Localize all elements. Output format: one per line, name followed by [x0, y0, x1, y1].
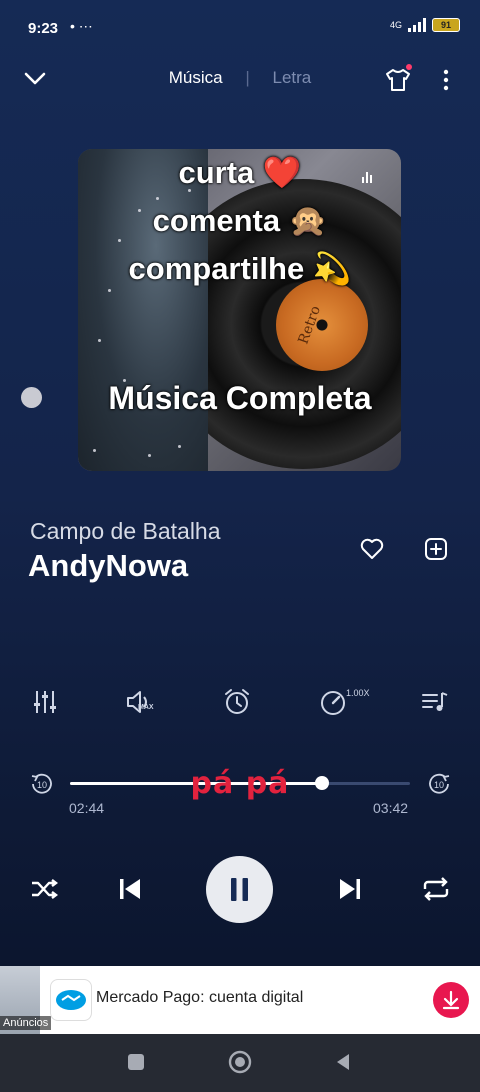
- shuffle-icon[interactable]: [25, 870, 63, 908]
- lyric-overlay: pá pá: [190, 766, 290, 801]
- notification-icons: • ⋯: [70, 18, 93, 34]
- heart-emoji: ❤️: [262, 155, 302, 190]
- ad-text[interactable]: Mercado Pago: cuenta digital: [96, 989, 303, 1007]
- pause-icon: [231, 878, 248, 901]
- sparkle-panel: [78, 149, 208, 471]
- download-button[interactable]: [433, 982, 469, 1018]
- overlay-line-4: Música Completa: [108, 380, 372, 416]
- recents-icon[interactable]: [126, 1052, 146, 1072]
- forward-10-icon[interactable]: 10: [426, 771, 452, 797]
- tab-lyrics[interactable]: Letra: [273, 68, 312, 88]
- status-time: 9:23: [28, 20, 59, 37]
- status-right: 4G 91: [390, 18, 460, 32]
- handshake-icon: [56, 990, 86, 1010]
- next-icon[interactable]: [331, 870, 369, 908]
- alarm-icon[interactable]: [222, 687, 252, 717]
- dizzy-emoji: 💫: [312, 251, 352, 286]
- more-options-icon[interactable]: [436, 66, 456, 94]
- notification-dot: [406, 64, 412, 70]
- tab-separator: |: [245, 68, 250, 87]
- current-time: 02:44: [69, 800, 105, 816]
- equalizer-icon[interactable]: [30, 687, 60, 717]
- previous-icon[interactable]: [111, 870, 149, 908]
- overlay-line-2: comenta 🙊: [152, 203, 328, 238]
- download-icon: [442, 990, 460, 1010]
- overlay-line-1: curta ❤️: [178, 155, 302, 190]
- back-icon[interactable]: [333, 1052, 353, 1072]
- tab-music[interactable]: Música: [169, 68, 223, 88]
- home-icon[interactable]: [228, 1050, 252, 1074]
- volume-icon[interactable]: [124, 687, 154, 717]
- ad-banner[interactable]: Anúncios Mercado Pago: cuenta digital: [0, 966, 480, 1034]
- playlist-icon[interactable]: [420, 687, 450, 717]
- speed-label: 1.00X: [346, 688, 370, 698]
- overlay-line-3: compartilhe 💫: [128, 251, 352, 286]
- add-to-playlist-icon[interactable]: [423, 536, 449, 562]
- status-bar: 9:23 • ⋯ 4G 91: [0, 0, 480, 56]
- battery-icon: 91: [432, 18, 460, 32]
- forward-label: 10: [434, 780, 444, 790]
- song-artist[interactable]: AndyNowa: [28, 548, 188, 584]
- ad-badge: Anúncios: [0, 1016, 52, 1030]
- network-type: 4G: [389, 20, 402, 30]
- record-label: [276, 279, 368, 371]
- monkey-emoji: 🙊: [288, 203, 328, 238]
- signal-icon: [408, 18, 426, 32]
- progress-knob[interactable]: [315, 776, 329, 790]
- volume-max-label: MAX: [138, 704, 154, 711]
- speed-icon[interactable]: [318, 687, 348, 717]
- side-dot: [21, 387, 42, 408]
- repeat-icon[interactable]: [417, 870, 455, 908]
- theme-shirt-icon[interactable]: [384, 66, 412, 94]
- album-art[interactable]: Retro: [78, 149, 401, 471]
- mercado-pago-logo: [50, 979, 92, 1021]
- heart-icon[interactable]: [359, 536, 385, 562]
- play-pause-button[interactable]: [206, 856, 273, 923]
- song-title: Campo de Batalha: [30, 518, 221, 544]
- system-nav-bar: [0, 1034, 480, 1092]
- total-time: 03:42: [373, 800, 409, 816]
